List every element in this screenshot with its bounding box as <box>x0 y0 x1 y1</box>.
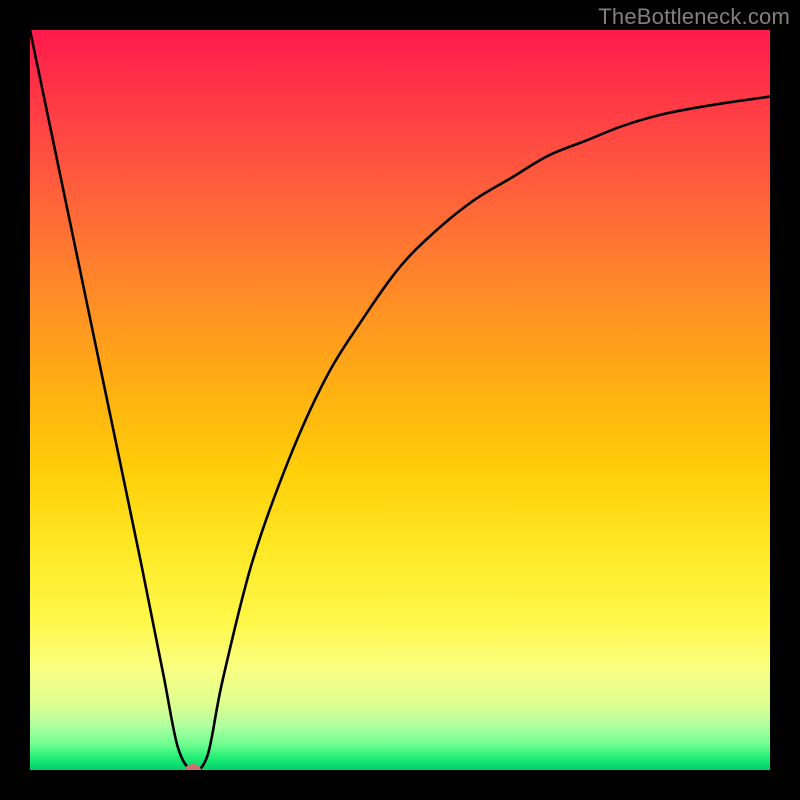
bottleneck-curve <box>30 30 770 770</box>
chart-stage: TheBottleneck.com <box>0 0 800 800</box>
optimum-marker <box>185 764 201 770</box>
plot-area <box>30 30 770 770</box>
watermark-text: TheBottleneck.com <box>598 4 790 30</box>
